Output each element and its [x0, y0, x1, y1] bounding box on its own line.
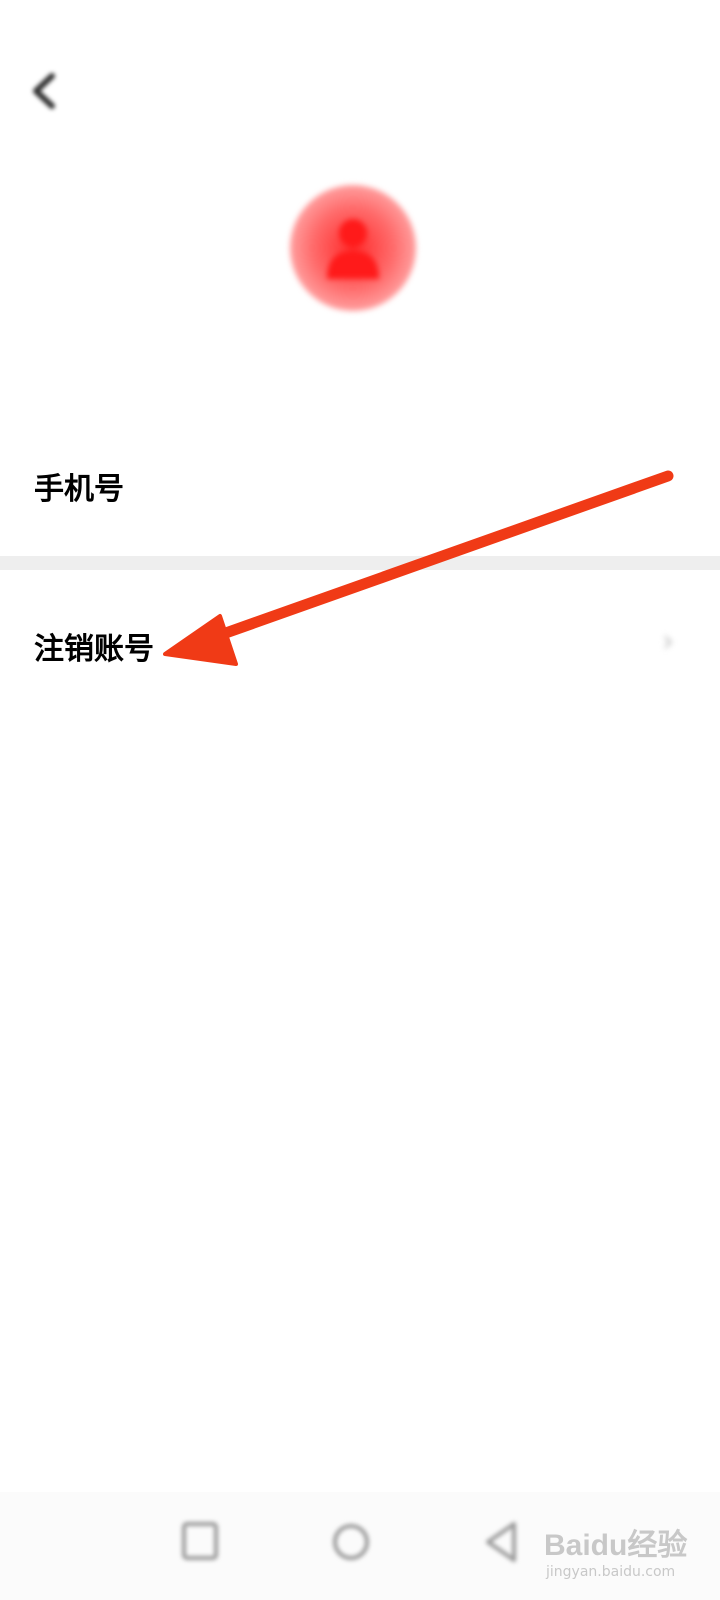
watermark-brand: Baidu经验	[544, 1529, 688, 1562]
avatar[interactable]	[290, 185, 416, 311]
status-bar	[0, 0, 720, 50]
back-button[interactable]	[22, 62, 70, 120]
home-button[interactable]	[326, 1514, 376, 1570]
phone-number-row[interactable]: 手机号	[0, 438, 720, 528]
cancel-account-label: 注销账号	[34, 632, 154, 667]
top-bar	[0, 52, 720, 132]
back-arrow-icon	[33, 73, 55, 109]
chevron-right-icon: ›	[662, 624, 674, 659]
baidu-jingyan-watermark: Baidu经验 jingyan.baidu.com	[540, 1512, 710, 1592]
watermark-url: jingyan.baidu.com	[546, 1564, 676, 1580]
home-icon	[333, 1524, 369, 1560]
nav-back-button[interactable]	[478, 1514, 528, 1570]
section-divider	[0, 556, 720, 570]
user-icon	[327, 219, 379, 279]
cancel-account-row[interactable]: 注销账号 ›	[0, 598, 720, 688]
recent-apps-button[interactable]	[176, 1514, 226, 1570]
phone-number-label: 手机号	[34, 472, 124, 507]
back-triangle-icon	[486, 1522, 516, 1562]
recent-apps-icon	[182, 1522, 218, 1560]
